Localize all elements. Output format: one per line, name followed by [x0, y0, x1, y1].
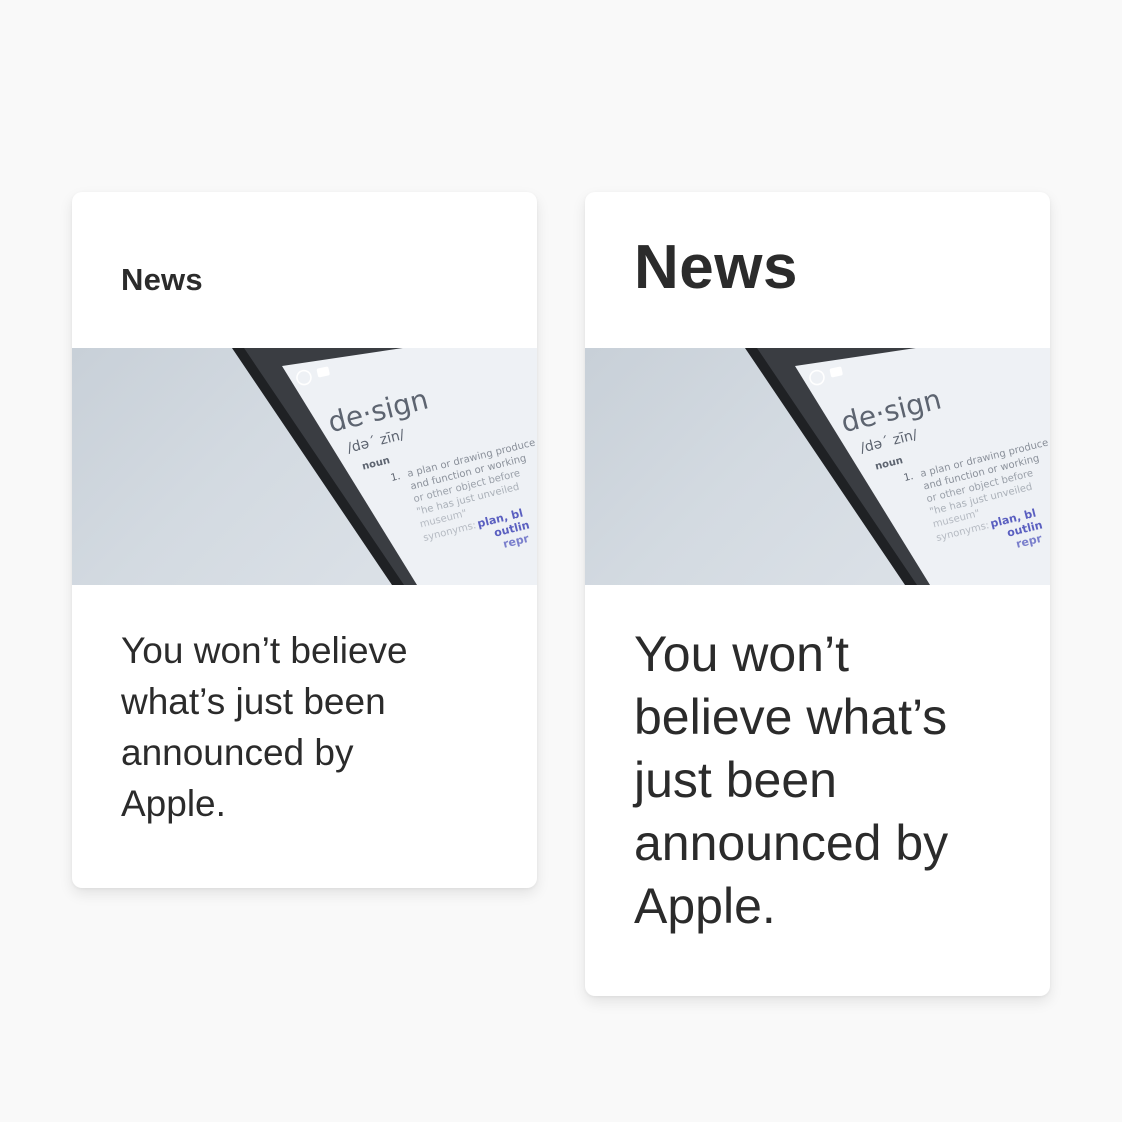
card-text: You won’t believe what’s just been annou…: [634, 626, 949, 934]
card-header: News: [585, 192, 1050, 348]
card-text: You won’t believe what’s just been annou…: [121, 630, 408, 824]
card-body: You won’t believe what’s just been annou…: [72, 585, 537, 829]
news-card-large[interactable]: News de·sign /də΄ zīn/ noun 1. a plan or…: [585, 192, 1050, 996]
phone-photo: de·sign /də΄ zīn/ noun 1. a plan or draw…: [745, 348, 1050, 585]
news-card-small[interactable]: News de·sign /də΄ zīn/ noun 1. a plan or…: [72, 192, 537, 888]
card-body: You won’t believe what’s just been annou…: [585, 585, 1050, 938]
card-header: News: [72, 192, 537, 348]
canvas: News de·sign /də΄ zīn/ noun 1. a plan or…: [0, 0, 1122, 1122]
card-title: News: [121, 262, 203, 297]
phone-photo: de·sign /də΄ zīn/ noun 1. a plan or draw…: [232, 348, 537, 585]
card-title: News: [634, 233, 798, 302]
card-image: de·sign /də΄ zīn/ noun 1. a plan or draw…: [72, 348, 537, 585]
card-image: de·sign /də΄ zīn/ noun 1. a plan or draw…: [585, 348, 1050, 585]
